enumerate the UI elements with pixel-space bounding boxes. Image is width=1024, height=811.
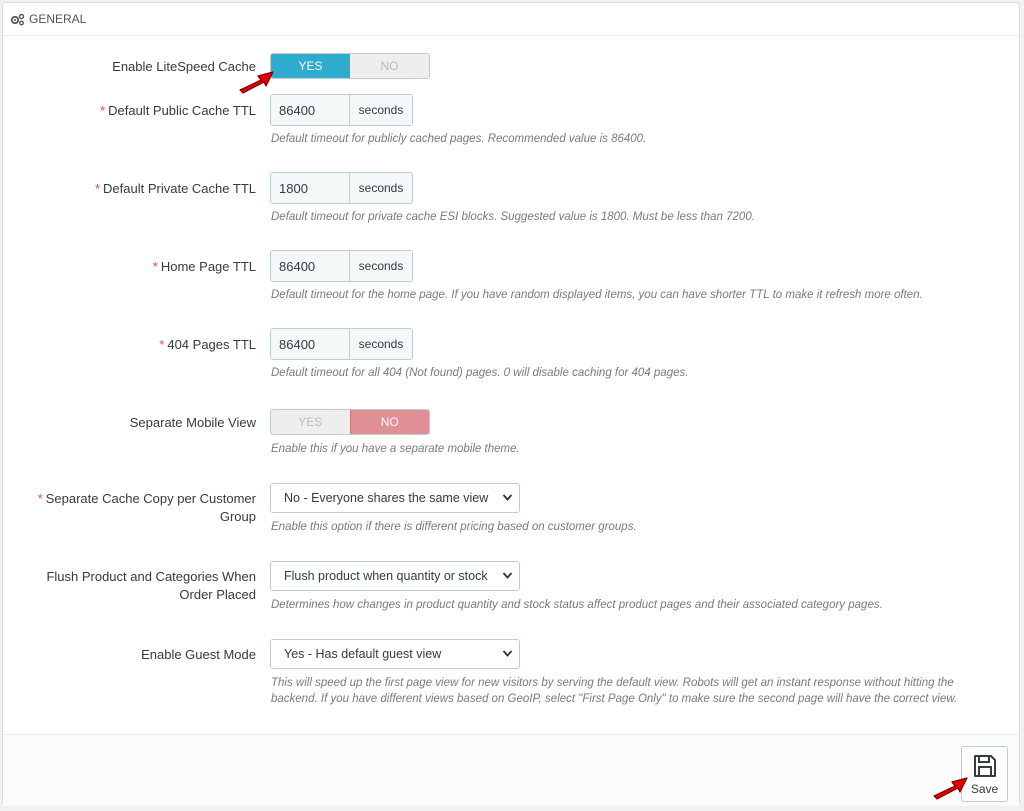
home-ttl-help: Default timeout for the home page. If yo… — [271, 289, 923, 301]
chevron-down-icon — [502, 650, 513, 657]
guest-mode-label: Enable Guest Mode — [141, 647, 256, 662]
chevron-down-icon — [502, 494, 513, 501]
public-ttl-label: * Default Public Cache TTL — [100, 103, 256, 118]
cogs-icon — [10, 13, 25, 25]
save-icon — [973, 754, 996, 777]
enable-cache-switch[interactable]: YES NO — [270, 53, 430, 79]
enable-cache-label: Enable LiteSpeed Cache — [112, 59, 256, 74]
mobile-view-yes[interactable]: YES — [271, 410, 350, 434]
enable-cache-yes[interactable]: YES — [271, 54, 350, 78]
ttl-404-help: Default timeout for all 404 (Not found) … — [271, 367, 689, 379]
home-ttl-unit: seconds — [350, 251, 412, 281]
enable-cache-no[interactable]: NO — [350, 54, 429, 78]
panel-footer: Save — [3, 734, 1019, 806]
guest-mode-help: This will speed up the first page view f… — [271, 677, 958, 705]
private-ttl-label: * Default Private Cache TTL — [94, 181, 256, 196]
guest-mode-value: Yes - Has default guest view — [284, 647, 442, 661]
flush-product-value: Flush product when quantity or stock — [284, 569, 488, 583]
home-ttl-input[interactable] — [271, 251, 350, 281]
home-ttl-group: seconds — [270, 250, 413, 282]
ttl-404-group: seconds — [270, 328, 413, 360]
flush-product-select[interactable]: Flush product when quantity or stock — [270, 561, 520, 591]
private-ttl-unit: seconds — [350, 173, 412, 203]
cache-per-group-help: Enable this option if there is different… — [271, 521, 637, 533]
chevron-down-icon — [502, 572, 513, 579]
pointer-arrow-icon — [239, 71, 274, 94]
private-ttl-group: seconds — [270, 172, 413, 204]
flush-product-label: Flush Product and Categories When Order … — [46, 569, 256, 602]
cache-per-group-value: No - Everyone shares the same view — [284, 491, 489, 505]
cache-per-group-select[interactable]: No - Everyone shares the same view — [270, 483, 520, 513]
general-panel: GENERAL Enable LiteSpeed Cache YES NO * D… — [2, 2, 1020, 806]
save-label: Save — [970, 781, 999, 796]
ttl-404-input[interactable] — [271, 329, 350, 359]
private-ttl-input[interactable] — [271, 173, 350, 203]
mobile-view-no[interactable]: NO — [349, 410, 429, 434]
flush-product-help: Determines how changes in product quanti… — [271, 599, 883, 611]
ttl-404-label: * 404 Pages TTL — [159, 337, 256, 352]
mobile-view-label: Separate Mobile View — [129, 415, 256, 430]
pointer-arrow-icon — [933, 777, 968, 800]
mobile-view-switch[interactable]: YES NO — [270, 409, 430, 435]
private-ttl-help: Default timeout for private cache ESI bl… — [271, 211, 755, 223]
public-ttl-help: Default timeout for publicly cached page… — [271, 133, 647, 145]
panel-heading: GENERAL — [3, 3, 1019, 36]
home-ttl-label: * Home Page TTL — [152, 259, 256, 274]
panel-title: GENERAL — [29, 12, 87, 26]
public-ttl-unit: seconds — [350, 95, 412, 125]
guest-mode-select[interactable]: Yes - Has default guest view — [270, 639, 520, 669]
mobile-view-help: Enable this if you have a separate mobil… — [271, 443, 520, 455]
cache-per-group-label: * Separate Cache Copy per Customer Group — [37, 491, 256, 524]
ttl-404-unit: seconds — [350, 329, 412, 359]
public-ttl-input[interactable] — [271, 95, 350, 125]
public-ttl-group: seconds — [270, 94, 413, 126]
